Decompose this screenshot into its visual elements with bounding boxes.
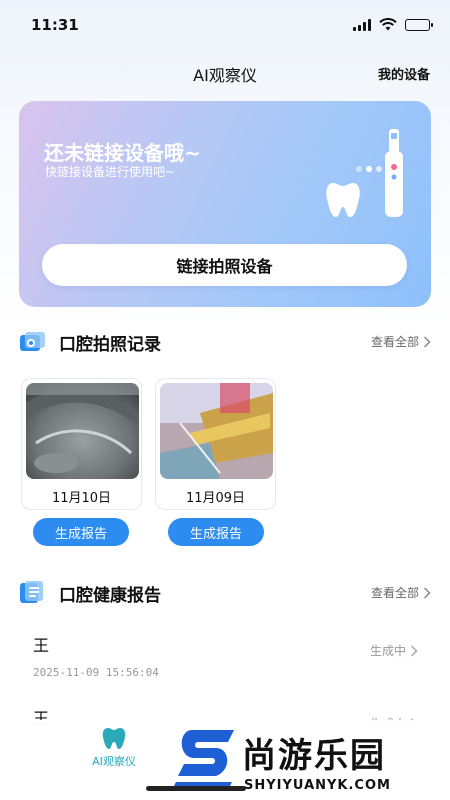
report-document-icon bbox=[20, 581, 43, 603]
health-reports-title: 口腔健康报告 bbox=[59, 586, 161, 606]
tab-ai-observer[interactable]: AI观察仪 bbox=[84, 726, 144, 769]
photo-date: 11月10日 bbox=[51, 491, 112, 506]
connect-camera-device-button[interactable]: 链接拍照设备 bbox=[42, 244, 407, 286]
chevron-right-icon bbox=[423, 335, 431, 348]
photo-records-title: 口腔拍照记录 bbox=[59, 335, 161, 355]
status-icons bbox=[353, 18, 433, 31]
tooth-icon bbox=[102, 728, 126, 749]
report-status-label: 生成中 bbox=[369, 644, 406, 658]
toothbrush-tooth-illustration bbox=[326, 129, 403, 217]
connect-device-banner: 还未链接设备哦~ 快链接设备进行使用吧~ 链接拍照设备 bbox=[19, 101, 431, 307]
photo-records-header: 口腔拍照记录 查看全部 bbox=[19, 327, 431, 355]
watermark-url: SHYIYUANYK.COM bbox=[244, 778, 391, 793]
chevron-right-icon bbox=[410, 644, 418, 657]
signal-icon bbox=[353, 18, 371, 31]
generate-report-button[interactable]: 生成报告 bbox=[33, 518, 129, 546]
status-time: 11:31 bbox=[31, 16, 79, 34]
wifi-icon bbox=[379, 18, 397, 31]
tab-label: AI观察仪 bbox=[92, 755, 136, 768]
report-timestamp: 2025-11-09 15:56:04 bbox=[33, 666, 159, 679]
photo-date: 11月09日 bbox=[185, 491, 246, 506]
report-patient-name: 王 bbox=[33, 636, 50, 655]
view-all-label: 查看全部 bbox=[370, 335, 419, 349]
banner-subtitle: 快链接设备进行使用吧~ bbox=[45, 165, 176, 179]
banner-title: 还未链接设备哦~ bbox=[44, 141, 201, 165]
oral-photo-thumbnail bbox=[26, 383, 139, 479]
photo-card[interactable]: 11月10日 bbox=[21, 378, 142, 510]
photo-records-view-all[interactable]: 查看全部 bbox=[371, 333, 431, 350]
status-bar: 11:31 bbox=[0, 0, 450, 50]
report-status: 生成中 bbox=[370, 642, 418, 659]
battery-icon bbox=[405, 18, 433, 31]
oral-photo-thumbnail bbox=[160, 383, 273, 479]
photo-card[interactable]: 11月09日 bbox=[155, 378, 276, 510]
home-indicator bbox=[146, 786, 246, 791]
camera-folder-icon bbox=[20, 332, 45, 351]
health-reports-view-all[interactable]: 查看全部 bbox=[371, 584, 431, 601]
watermark-s-logo-icon bbox=[174, 730, 234, 786]
watermark-text: 尚游乐园 bbox=[242, 736, 386, 776]
health-reports-header: 口腔健康报告 查看全部 bbox=[19, 578, 431, 606]
view-all-label: 查看全部 bbox=[370, 586, 419, 600]
generate-report-button[interactable]: 生成报告 bbox=[168, 518, 264, 546]
my-devices-link[interactable]: 我的设备 bbox=[378, 64, 430, 83]
nav-bar: AI观察仪 我的设备 bbox=[0, 50, 450, 94]
report-list-item[interactable]: 王 2025-11-09 15:56:04 生成中 bbox=[33, 632, 428, 679]
chevron-right-icon bbox=[423, 586, 431, 599]
